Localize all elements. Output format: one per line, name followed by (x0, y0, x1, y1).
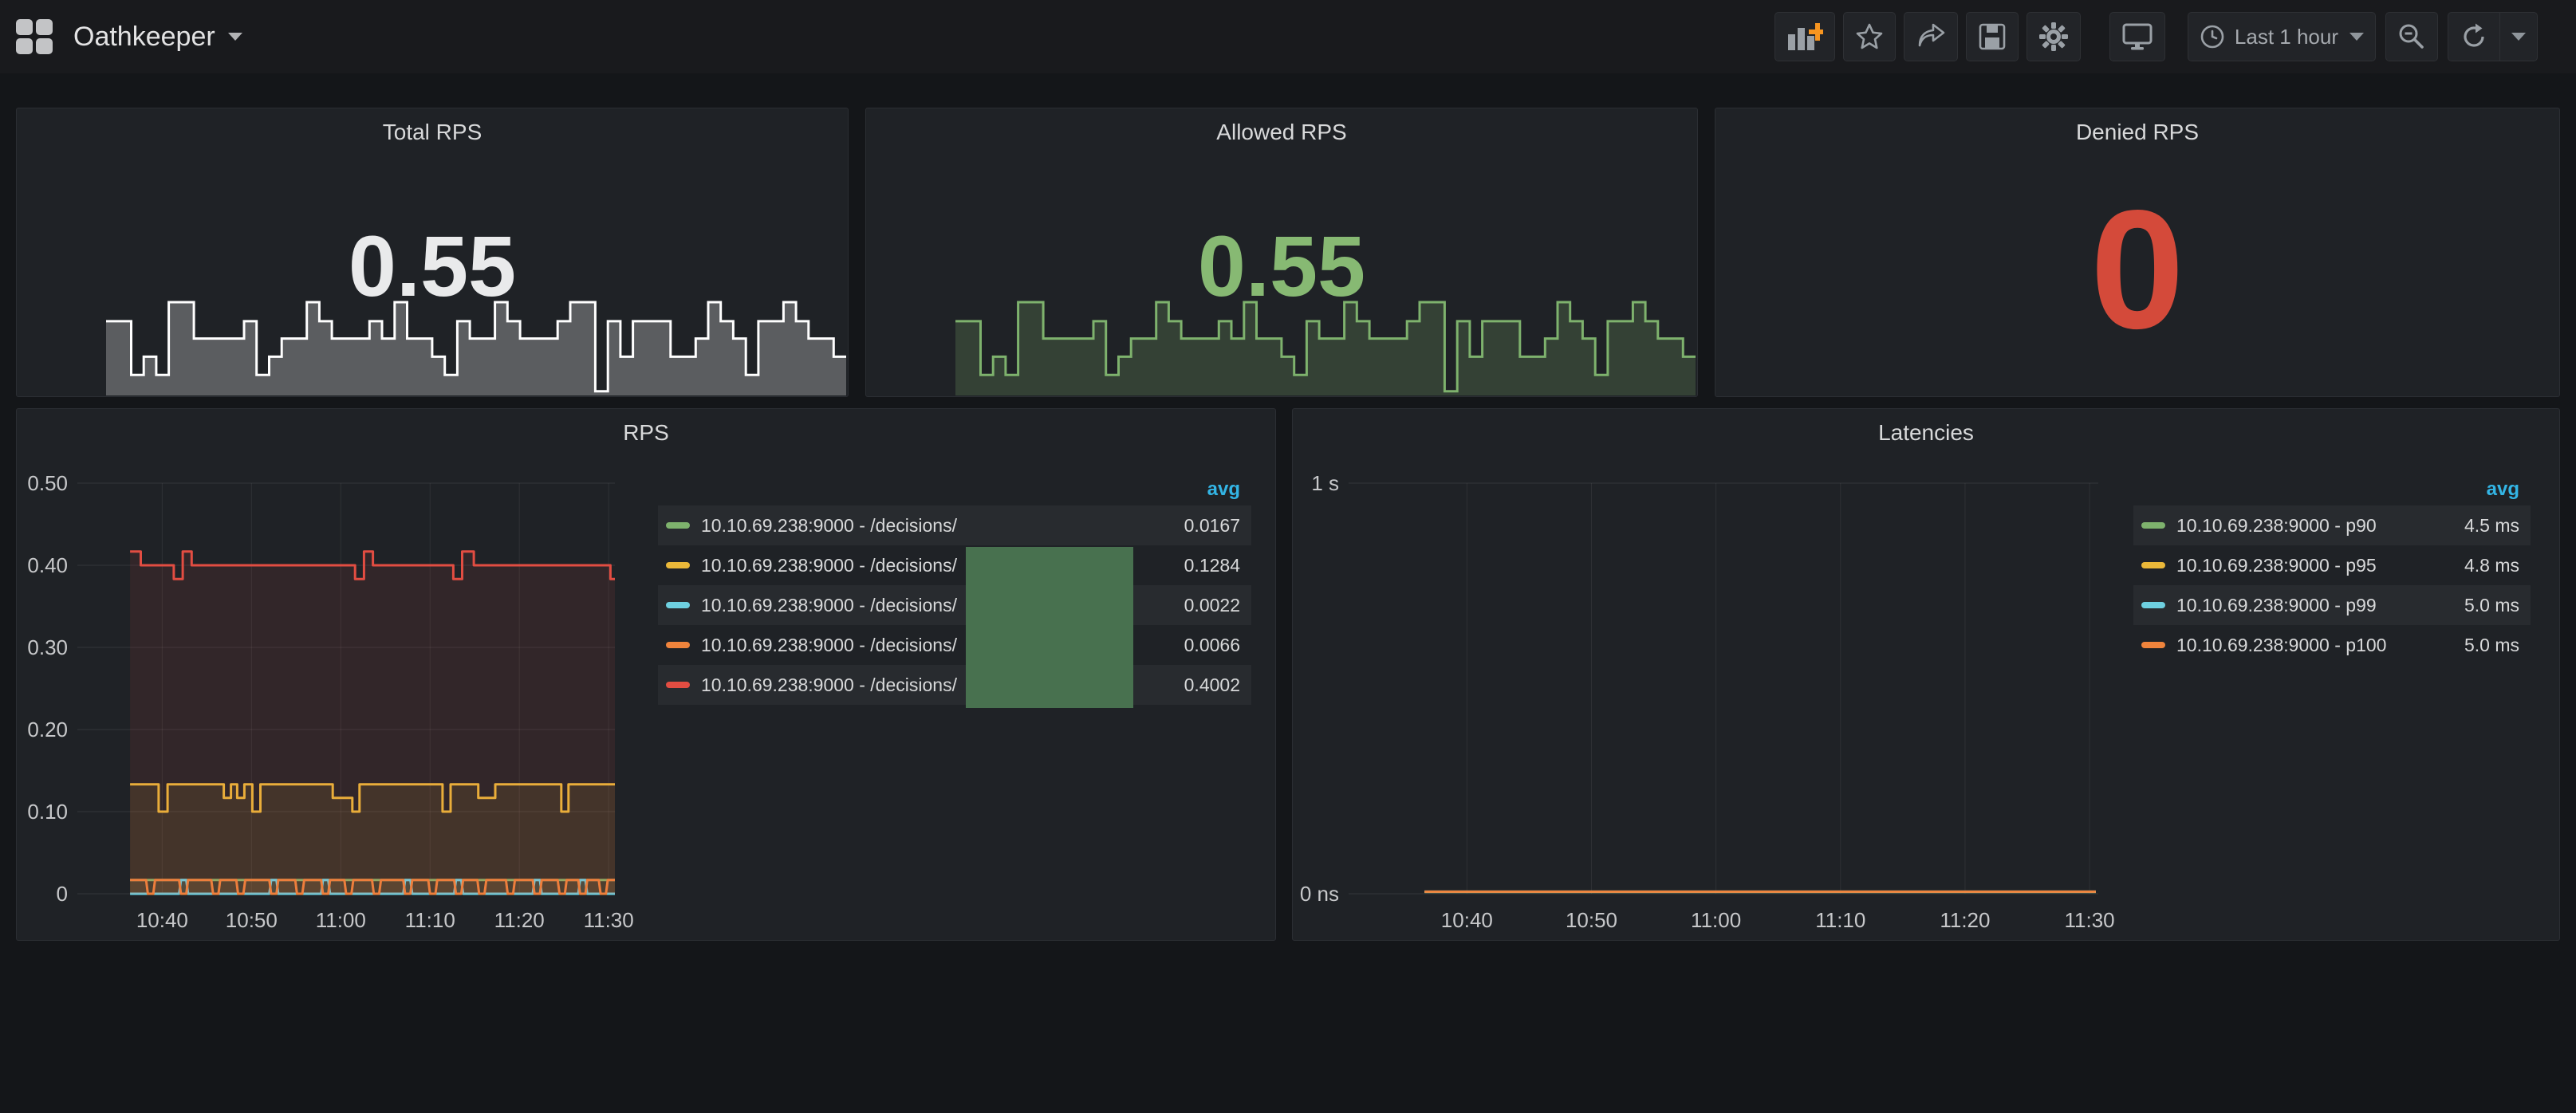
svg-text:11:00: 11:00 (316, 908, 366, 932)
panel-title-rps[interactable]: RPS (17, 420, 1275, 446)
series-avg-value: 5.0 ms (2464, 635, 2531, 656)
series-label[interactable]: 10.10.69.238:9000 - p100 (2176, 635, 2464, 656)
stat-value-allowed-rps: 0.55 (866, 222, 1697, 311)
series-label[interactable]: 10.10.69.238:9000 - /decisions/ (701, 515, 1184, 537)
legend-row[interactable]: 10.10.69.238:9000 - p954.8 ms (2133, 545, 2531, 585)
legend-row[interactable]: 10.10.69.238:9000 - /decisions/0.0022 (658, 585, 1251, 625)
series-color-swatch[interactable] (666, 602, 690, 608)
svg-text:11:00: 11:00 (1691, 908, 1741, 932)
svg-text:1 s: 1 s (1311, 471, 1339, 495)
clock-icon (2200, 24, 2225, 49)
legend-row[interactable]: 10.10.69.238:9000 - /decisions/0.0167 (658, 505, 1251, 545)
refresh-button[interactable] (2448, 12, 2499, 61)
cycle-view-button[interactable] (2109, 12, 2165, 61)
save-icon (1978, 22, 2007, 51)
add-panel-button[interactable] (1774, 12, 1835, 61)
svg-text:10:40: 10:40 (136, 908, 188, 932)
series-color-swatch[interactable] (2141, 602, 2165, 608)
apps-grid-icon[interactable] (16, 19, 53, 54)
svg-text:11:30: 11:30 (2064, 908, 2114, 932)
series-avg-value: 0.0066 (1184, 635, 1251, 656)
star-button[interactable] (1843, 12, 1896, 61)
series-avg-value: 0.1284 (1184, 555, 1251, 576)
series-avg-value: 0.0022 (1184, 595, 1251, 616)
legend-row[interactable]: 10.10.69.238:9000 - /decisions/0.1284 (658, 545, 1251, 585)
series-color-swatch[interactable] (666, 642, 690, 648)
series-avg-value: 5.0 ms (2464, 595, 2531, 616)
zoom-out-icon (2397, 22, 2426, 51)
svg-text:0.30: 0.30 (27, 635, 68, 659)
stat-value-total-rps: 0.55 (17, 222, 848, 311)
refresh-icon (2460, 22, 2488, 51)
panel-title-denied-rps[interactable]: Denied RPS (1715, 120, 2559, 145)
gear-icon (2038, 22, 2069, 52)
series-label[interactable]: 10.10.69.238:9000 - p90 (2176, 515, 2464, 537)
share-button[interactable] (1904, 12, 1958, 61)
series-avg-value: 4.5 ms (2464, 515, 2531, 537)
svg-text:11:20: 11:20 (494, 908, 545, 932)
time-range-label: Last 1 hour (2235, 25, 2338, 49)
refresh-button-group (2448, 12, 2538, 61)
add-panel-icon (1786, 22, 1823, 52)
latencies-legend: avg10.10.69.238:9000 - p904.5 ms10.10.69… (2133, 476, 2531, 665)
svg-text:11:20: 11:20 (1940, 908, 1990, 932)
share-icon (1916, 22, 1946, 51)
legend-row[interactable]: 10.10.69.238:9000 - p1005.0 ms (2133, 625, 2531, 665)
panel-total-rps: Total RPS 0.55 (16, 108, 849, 397)
svg-text:0: 0 (57, 882, 68, 906)
series-color-swatch[interactable] (2141, 642, 2165, 648)
svg-text:0.10: 0.10 (27, 800, 68, 824)
series-color-swatch[interactable] (2141, 522, 2165, 529)
star-icon (1855, 22, 1884, 51)
series-color-swatch[interactable] (666, 682, 690, 688)
settings-button[interactable] (2027, 12, 2081, 61)
series-color-swatch[interactable] (666, 522, 690, 529)
series-avg-value: 4.8 ms (2464, 555, 2531, 576)
legend-row[interactable]: 10.10.69.238:9000 - p995.0 ms (2133, 585, 2531, 625)
panel-title-total-rps[interactable]: Total RPS (17, 120, 848, 145)
rps-legend: avg10.10.69.238:9000 - /decisions/0.0167… (658, 476, 1251, 705)
allowed-rps-sparkline (955, 300, 1696, 395)
svg-text:11:30: 11:30 (584, 908, 634, 932)
dashboard-title-caret-icon[interactable] (228, 33, 242, 41)
svg-text:0.50: 0.50 (27, 471, 68, 495)
legend-row[interactable]: 10.10.69.238:9000 - /decisions/0.0066 (658, 625, 1251, 665)
svg-text:0 ns: 0 ns (1300, 882, 1339, 906)
svg-text:0.20: 0.20 (27, 718, 68, 741)
legend-row[interactable]: 10.10.69.238:9000 - /decisions/0.4002 (658, 665, 1251, 705)
legend-avg-header[interactable]: avg (2133, 476, 2531, 505)
panel-denied-rps: Denied RPS 0 (1715, 108, 2560, 397)
svg-text:0.40: 0.40 (27, 553, 68, 577)
svg-text:10:50: 10:50 (1566, 908, 1617, 932)
top-navbar: Oathkeeper (0, 0, 2576, 73)
legend-overlay-rectangle (966, 547, 1133, 708)
panel-title-allowed-rps[interactable]: Allowed RPS (866, 120, 1697, 145)
total-rps-sparkline (106, 300, 846, 395)
series-avg-value: 0.0167 (1184, 515, 1251, 537)
monitor-icon (2121, 22, 2153, 51)
panel-title-latencies[interactable]: Latencies (1293, 420, 2559, 446)
legend-avg-header[interactable]: avg (658, 476, 1251, 505)
svg-text:11:10: 11:10 (1815, 908, 1865, 932)
refresh-interval-dropdown[interactable] (2500, 12, 2537, 61)
series-label[interactable]: 10.10.69.238:9000 - p95 (2176, 555, 2464, 576)
refresh-caret-icon (2511, 33, 2526, 41)
panel-latencies-chart: Latencies 1 s 0 ns 10:40 10:50 11:00 11:10 11:… (1292, 408, 2560, 941)
panel-allowed-rps: Allowed RPS 0.55 (865, 108, 1698, 397)
svg-text:11:10: 11:10 (405, 908, 455, 932)
legend-row[interactable]: 10.10.69.238:9000 - p904.5 ms (2133, 505, 2531, 545)
svg-text:10:40: 10:40 (1441, 908, 1493, 932)
series-color-swatch[interactable] (666, 562, 690, 568)
dashboard-title[interactable]: Oathkeeper (73, 22, 215, 53)
zoom-out-button[interactable] (2385, 12, 2438, 61)
time-range-picker[interactable]: Last 1 hour (2188, 12, 2376, 61)
svg-text:10:50: 10:50 (226, 908, 278, 932)
stat-value-denied-rps: 0 (1715, 182, 2559, 357)
time-range-caret-icon (2350, 33, 2364, 41)
series-color-swatch[interactable] (2141, 562, 2165, 568)
save-button[interactable] (1966, 12, 2019, 61)
series-avg-value: 0.4002 (1184, 674, 1251, 696)
series-label[interactable]: 10.10.69.238:9000 - p99 (2176, 595, 2464, 616)
panel-rps-chart: RPS 0 0.10 0.20 0.30 0.40 0.50 10:40 10:50 11:00… (16, 408, 1276, 941)
